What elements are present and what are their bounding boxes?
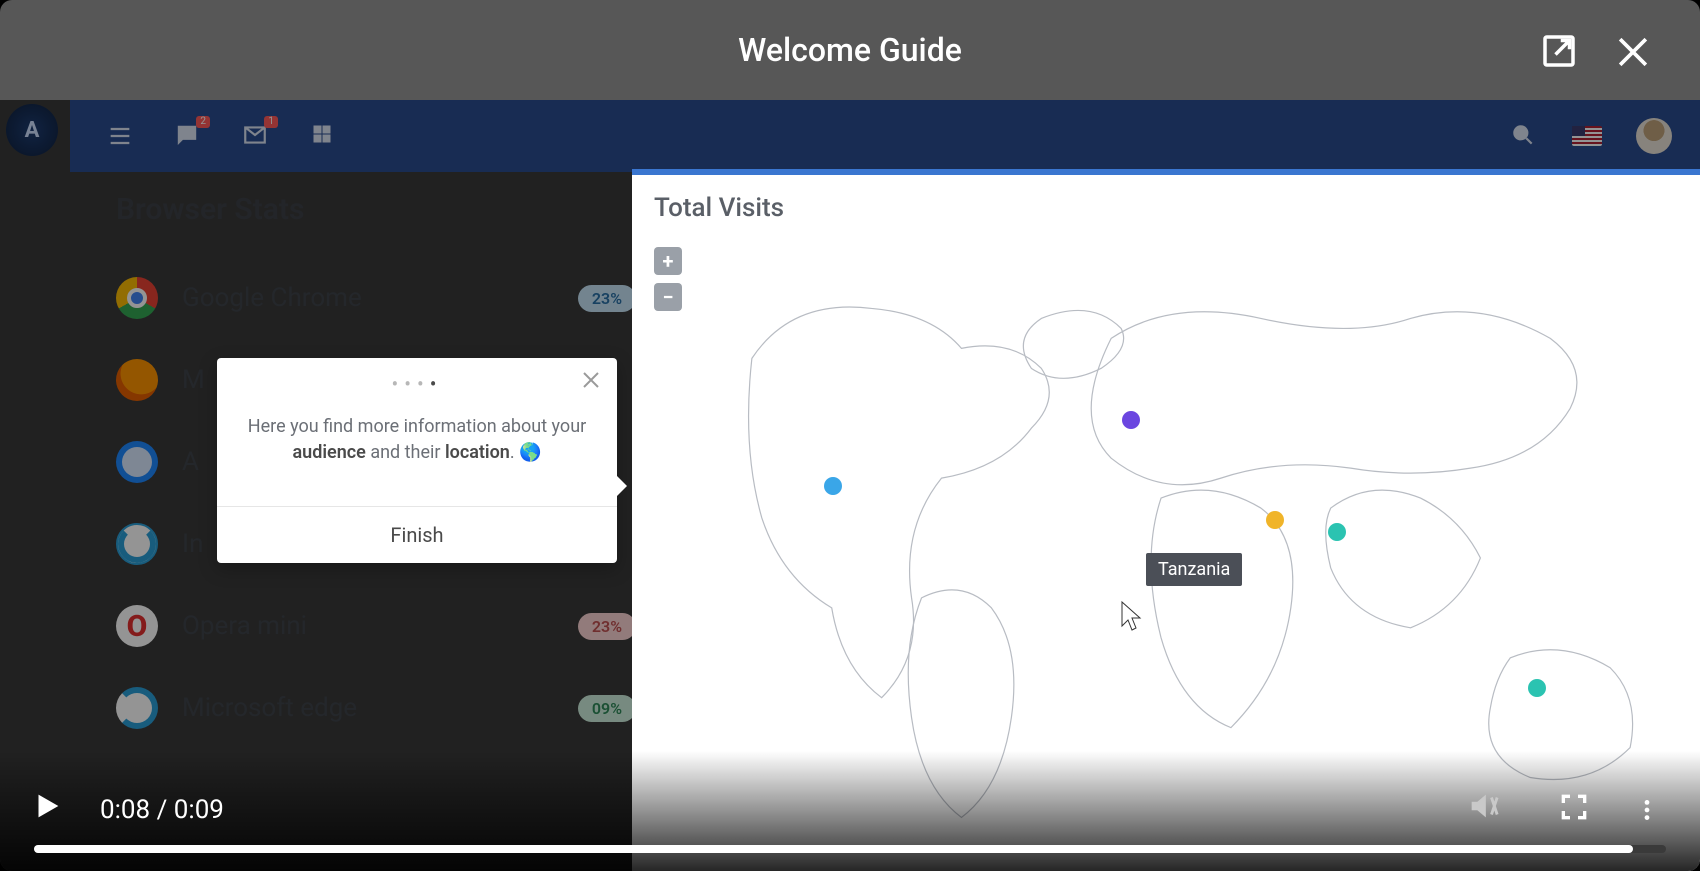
video-progress[interactable] [34, 845, 1666, 853]
mute-button[interactable] [1466, 789, 1500, 827]
video-controls: 0:08 / 0:09 [0, 751, 1700, 871]
tour-close-icon[interactable] [579, 368, 603, 396]
tour-finish-button[interactable]: Finish [217, 506, 617, 563]
map-dot[interactable] [1328, 523, 1346, 541]
popout-button[interactable] [1538, 30, 1580, 76]
zoom-in-button[interactable]: + [654, 247, 682, 275]
tour-body: Here you find more information about you… [217, 396, 617, 506]
map-dot[interactable] [1528, 679, 1546, 697]
tour-popover: •••• Here you find more information abou… [217, 358, 617, 563]
video-time: 0:08 / 0:09 [100, 795, 224, 825]
zoom-out-button[interactable]: − [654, 283, 682, 311]
titlebar: Welcome Guide [0, 0, 1700, 100]
map-dot[interactable] [1266, 511, 1284, 529]
close-button[interactable] [1611, 30, 1655, 78]
tour-pager: •••• [217, 358, 617, 396]
map-dot[interactable] [1122, 411, 1140, 429]
fullscreen-button[interactable] [1558, 791, 1590, 827]
play-button[interactable] [30, 789, 64, 827]
cursor-icon [1120, 600, 1144, 632]
video-progress-fill [34, 845, 1633, 853]
more-button[interactable] [1634, 797, 1660, 827]
titlebar-title: Welcome Guide [738, 31, 962, 69]
map-tooltip: Tanzania [1146, 553, 1242, 586]
map-dot[interactable] [824, 477, 842, 495]
popover-caret-icon [615, 474, 627, 498]
